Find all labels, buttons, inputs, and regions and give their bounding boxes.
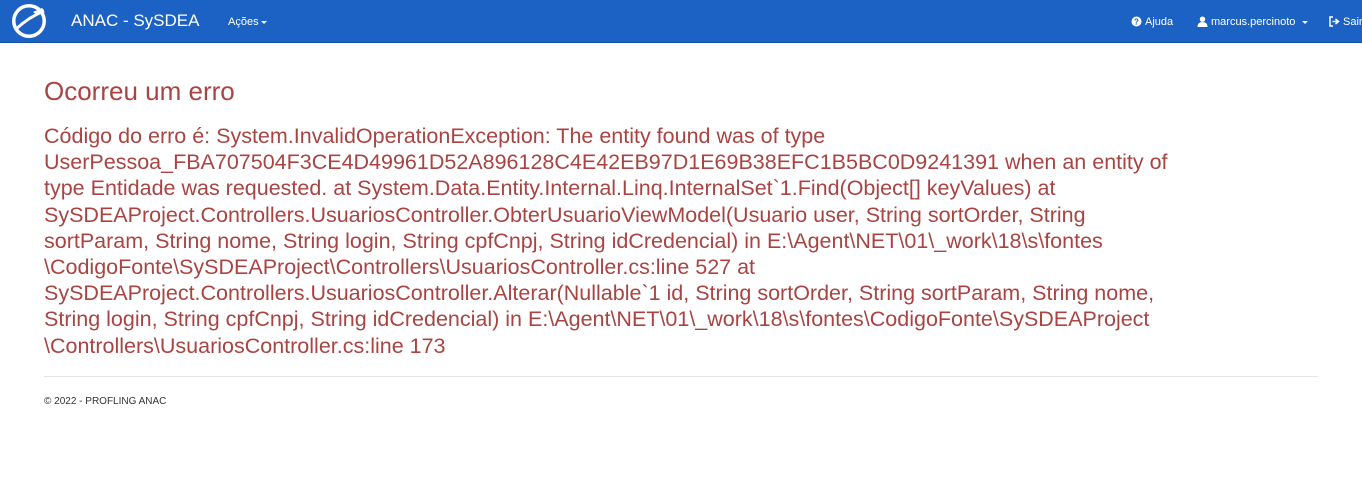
acoes-dropdown[interactable]: Ações bbox=[228, 15, 267, 29]
user-menu-dropdown[interactable]: marcus.percinoto bbox=[1197, 15, 1309, 29]
error-message: Código do erro é: System.InvalidOperatio… bbox=[44, 123, 1318, 359]
top-navbar: ANAC - SySDEA Ações ? Ajuda marcus.perci… bbox=[0, 0, 1362, 43]
brand-title[interactable]: ANAC - SySDEA bbox=[71, 11, 199, 31]
error-message-line: String login, String cpfCnpj, String idC… bbox=[44, 307, 1150, 332]
error-message-line: \Controllers\UsuariosController.cs:line … bbox=[44, 333, 446, 358]
question-circle-icon: ? bbox=[1131, 16, 1142, 27]
error-message-line: type Entidade was requested. at System.D… bbox=[44, 176, 1056, 201]
error-message-line: Código do erro é: System.InvalidOperatio… bbox=[44, 124, 826, 148]
svg-text:?: ? bbox=[1134, 18, 1139, 27]
user-icon bbox=[1197, 16, 1208, 27]
sign-out-icon bbox=[1329, 16, 1340, 27]
logout-link[interactable]: Sair bbox=[1329, 15, 1362, 29]
error-title: Ocorreu um erro bbox=[44, 76, 235, 106]
error-message-line: SySDEAProject.Controllers.UsuariosContro… bbox=[44, 281, 1155, 306]
error-message-line: sortParam, String nome, String login, St… bbox=[44, 228, 1103, 253]
caret-down-icon bbox=[260, 20, 267, 24]
error-message-line: \CodigoFonte\SySDEAProject\Controllers\U… bbox=[44, 255, 756, 280]
help-label: Ajuda bbox=[1145, 16, 1174, 28]
error-message-line: SySDEAProject.Controllers.UsuariosContro… bbox=[44, 202, 1086, 227]
logout-label: Sair bbox=[1343, 16, 1362, 28]
anac-logo-icon[interactable] bbox=[11, 3, 47, 39]
help-link[interactable]: ? Ajuda bbox=[1131, 15, 1173, 29]
user-label: marcus.percinoto bbox=[1211, 16, 1296, 28]
acoes-label: Ações bbox=[228, 16, 259, 28]
error-message-line: UserPessoa_FBA707504F3CE4D49961D52A89612… bbox=[44, 150, 1168, 175]
footer-divider bbox=[44, 376, 1318, 377]
footer-copyright: © 2022 - PROFLING ANAC bbox=[44, 396, 167, 407]
caret-down-icon bbox=[1302, 20, 1309, 24]
